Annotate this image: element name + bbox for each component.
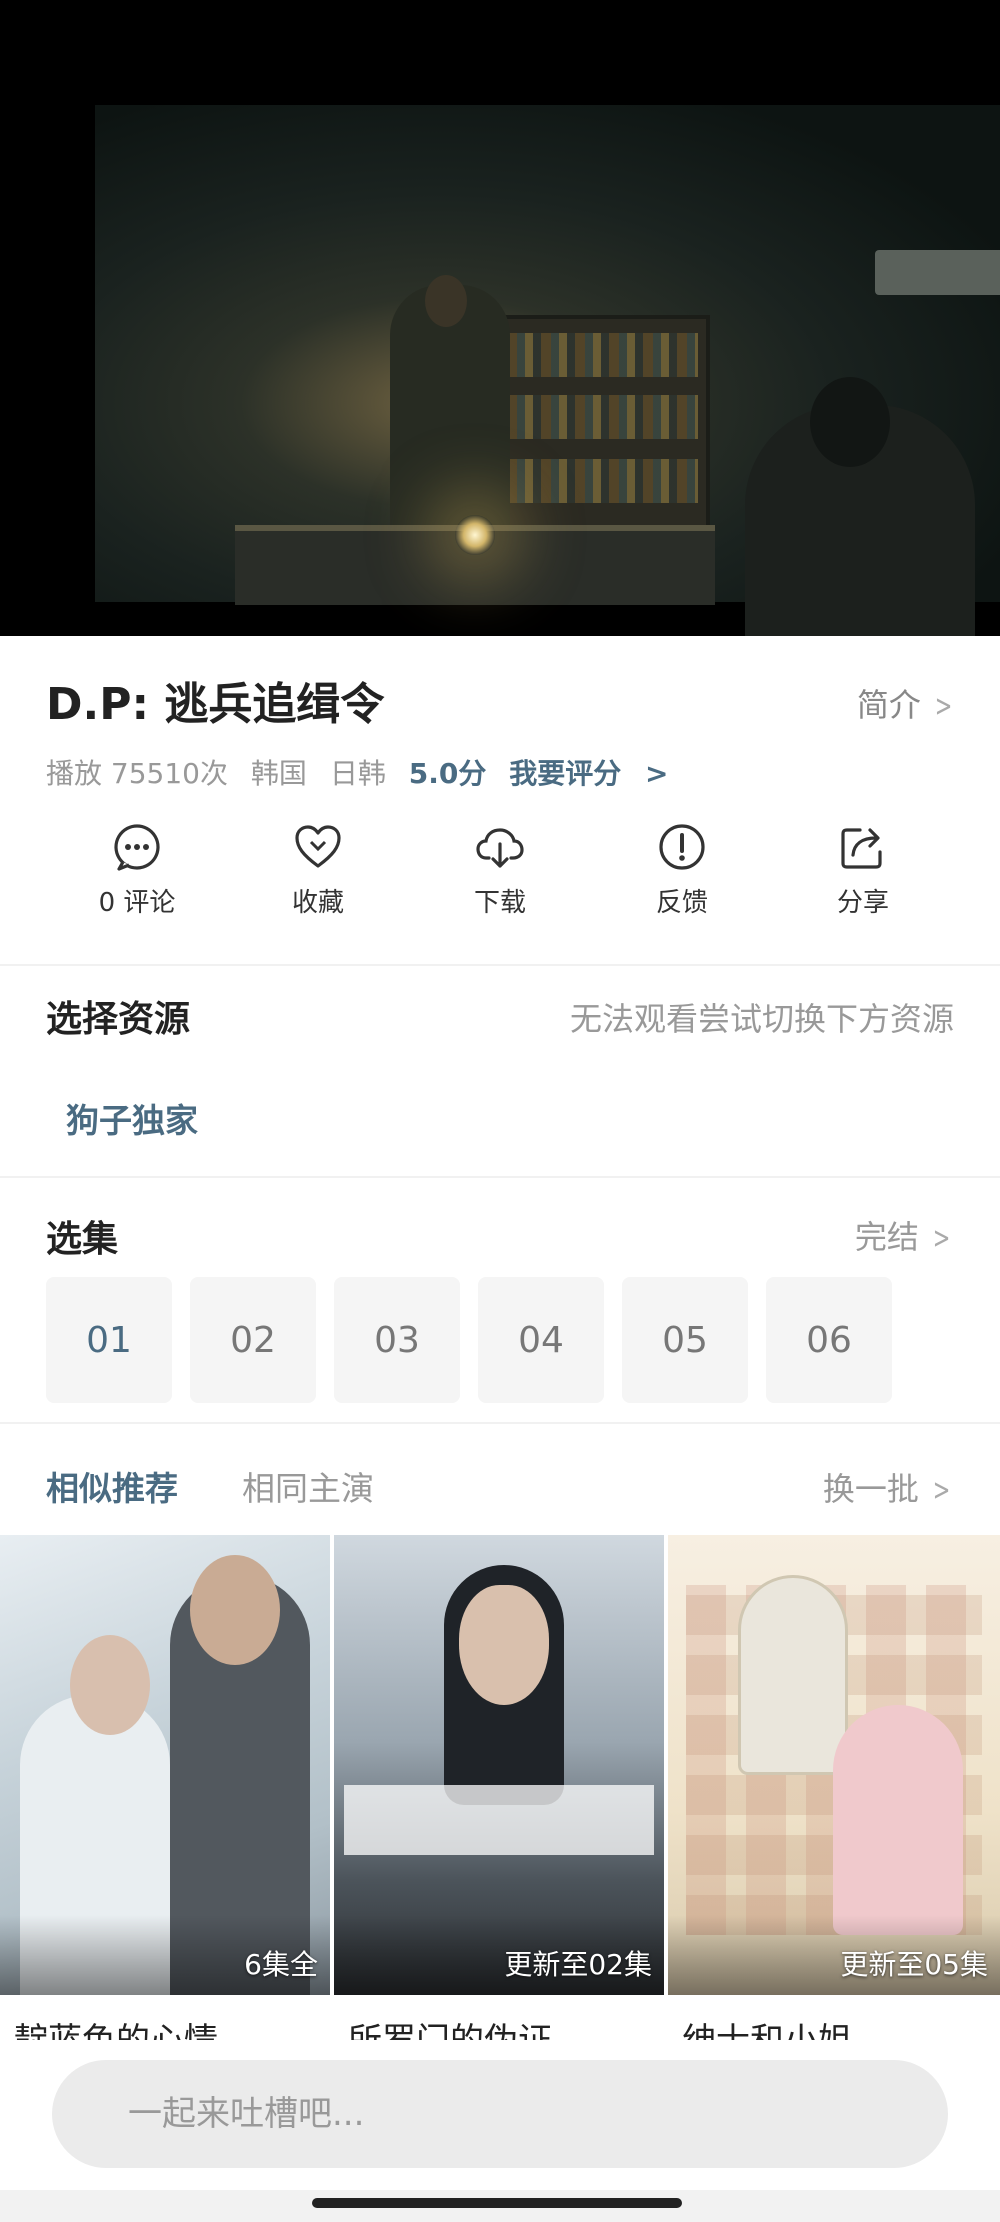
- share-label: 分享: [836, 888, 889, 918]
- download-label: 下载: [473, 888, 526, 918]
- divider: [0, 1422, 1000, 1424]
- favorite-label: 收藏: [291, 888, 344, 918]
- comment-button[interactable]: 0 评论: [67, 822, 207, 919]
- refresh-label: 换一批: [822, 1470, 919, 1508]
- episode-badge: 6集全: [244, 1948, 318, 1981]
- intro-link[interactable]: 简介 >: [857, 680, 956, 726]
- figure-seated: [745, 377, 975, 636]
- chevron-right-icon: >: [645, 757, 669, 790]
- home-indicator[interactable]: [312, 2198, 682, 2208]
- feedback-button[interactable]: 反馈: [612, 822, 752, 919]
- tab-similar[interactable]: 相似推荐: [46, 1462, 178, 1510]
- comment-bar: [0, 2040, 1000, 2190]
- episode-badge: 更新至05集: [840, 1948, 988, 1981]
- episodes-status-label: 完结: [854, 1218, 919, 1256]
- episode-tile[interactable]: 02: [190, 1277, 316, 1403]
- source-section-title: 选择资源: [46, 999, 191, 1040]
- action-bar: 0 评论 收藏 下载 反馈 分享: [0, 822, 1000, 932]
- rate-label: 我要评分: [509, 757, 622, 790]
- source-option[interactable]: 狗子独家: [66, 1094, 198, 1142]
- share-icon: [841, 828, 882, 869]
- episode-tile[interactable]: 01: [46, 1277, 172, 1403]
- air-conditioner: [875, 250, 1000, 295]
- feedback-label: 反馈: [655, 888, 708, 918]
- poster-caption-band: [344, 1785, 654, 1855]
- comment-label: 0 评论: [98, 888, 176, 918]
- source-hint: 无法观看尝试切换下方资源: [569, 1000, 954, 1038]
- bookshelf: [495, 315, 710, 535]
- tab-same-cast[interactable]: 相同主演: [242, 1462, 374, 1510]
- episode-tile[interactable]: 04: [478, 1277, 604, 1403]
- episode-tile[interactable]: 05: [622, 1277, 748, 1403]
- feedback-icon: [659, 824, 705, 870]
- title-row: D.P: 逃兵追缉令 简介 >: [46, 668, 956, 730]
- figure-standing: [390, 275, 510, 535]
- poster-figure-head: [190, 1555, 280, 1665]
- recommend-poster[interactable]: 6集全: [0, 1535, 330, 1995]
- chevron-right-icon: >: [932, 1221, 951, 1256]
- poster-figure: [738, 1575, 848, 1775]
- comment-icon: [114, 824, 160, 871]
- divider: [0, 964, 1000, 966]
- episode-tile[interactable]: 03: [334, 1277, 460, 1403]
- rate-button[interactable]: 我要评分 >: [509, 757, 682, 790]
- show-title: D.P: 逃兵追缉令: [46, 679, 385, 730]
- system-nav-area: [0, 2190, 1000, 2222]
- recommend-list: 6集全 更新至02集 更新至05集: [0, 1535, 1000, 1995]
- episode-tile[interactable]: 06: [766, 1277, 892, 1403]
- heart-icon: [295, 825, 341, 868]
- chevron-right-icon: >: [934, 689, 953, 724]
- episode-badge: 更新至02集: [504, 1948, 652, 1981]
- episodes-status[interactable]: 完结 >: [855, 1212, 954, 1258]
- comment-input[interactable]: [52, 2060, 948, 2168]
- video-frame: [95, 105, 1000, 636]
- intro-label: 简介: [856, 686, 921, 724]
- favorite-button[interactable]: 收藏: [248, 822, 388, 919]
- desk-lamp: [455, 515, 495, 555]
- meta-row: 播放 75510次 韩国 日韩 5.0分 我要评分 >: [46, 752, 696, 792]
- play-count: 播放 75510次: [46, 757, 228, 790]
- recommend-poster[interactable]: 更新至05集: [668, 1535, 1000, 1995]
- divider: [0, 1176, 1000, 1178]
- genre: 日韩: [329, 757, 386, 790]
- video-player[interactable]: [0, 0, 1000, 636]
- poster-figure-head: [459, 1585, 549, 1705]
- refresh-button[interactable]: 换一批 >: [823, 1464, 954, 1510]
- score: 5.0分: [408, 757, 487, 790]
- poster-figure-head: [70, 1635, 150, 1735]
- recommend-poster[interactable]: 更新至02集: [334, 1535, 664, 1995]
- chevron-right-icon: >: [932, 1473, 951, 1508]
- download-button[interactable]: 下载: [430, 822, 570, 919]
- episodes-section-title: 选集: [46, 1219, 119, 1260]
- region: 韩国: [250, 757, 307, 790]
- poster-figure: [833, 1705, 963, 1935]
- share-button[interactable]: 分享: [793, 822, 933, 919]
- download-icon: [476, 828, 524, 868]
